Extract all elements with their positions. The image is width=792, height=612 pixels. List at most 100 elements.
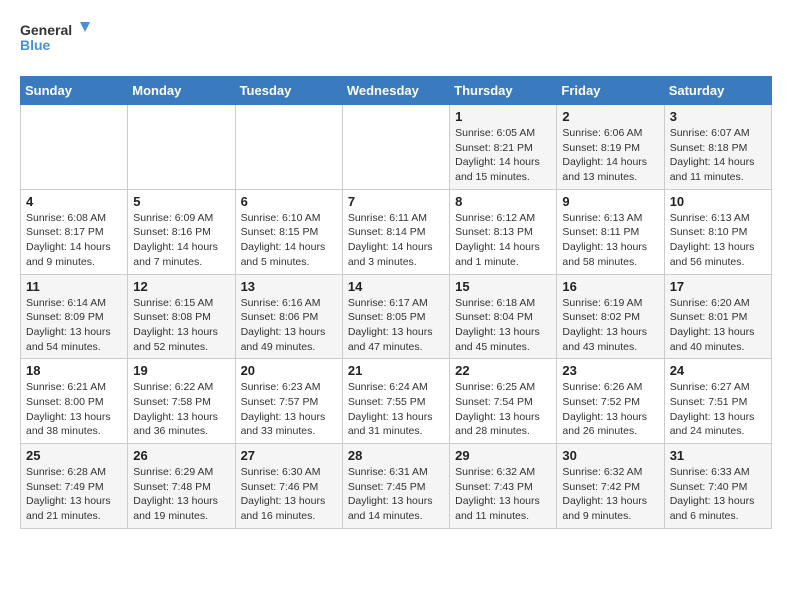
day-cell: 15 Sunrise: 6:18 AM Sunset: 8:04 PM Dayli…: [450, 274, 557, 359]
logo: General Blue: [20, 20, 90, 60]
week-row-2: 4 Sunrise: 6:08 AM Sunset: 8:17 PM Daylig…: [21, 189, 772, 274]
day-number: 4: [26, 194, 122, 209]
day-number: 7: [348, 194, 444, 209]
day-cell: 31 Sunrise: 6:33 AM Sunset: 7:40 PM Dayli…: [664, 444, 771, 529]
day-cell: 14 Sunrise: 6:17 AM Sunset: 8:05 PM Dayli…: [342, 274, 449, 359]
day-info: Sunrise: 6:07 AM Sunset: 8:18 PM Dayligh…: [670, 126, 766, 185]
col-header-monday: Monday: [128, 77, 235, 105]
svg-text:Blue: Blue: [20, 37, 51, 53]
day-info: Sunrise: 6:17 AM Sunset: 8:05 PM Dayligh…: [348, 296, 444, 355]
col-header-friday: Friday: [557, 77, 664, 105]
col-header-wednesday: Wednesday: [342, 77, 449, 105]
day-cell: 22 Sunrise: 6:25 AM Sunset: 7:54 PM Dayli…: [450, 359, 557, 444]
day-info: Sunrise: 6:14 AM Sunset: 8:09 PM Dayligh…: [26, 296, 122, 355]
day-cell: 12 Sunrise: 6:15 AM Sunset: 8:08 PM Dayli…: [128, 274, 235, 359]
day-cell: 3Sunrise: 6:07 AM Sunset: 8:18 PM Daylig…: [664, 105, 771, 190]
day-info: Sunrise: 6:32 AM Sunset: 7:42 PM Dayligh…: [562, 465, 658, 524]
day-cell: 25Sunrise: 6:28 AM Sunset: 7:49 PM Dayli…: [21, 444, 128, 529]
day-number: 21: [348, 363, 444, 378]
day-info: Sunrise: 6:30 AM Sunset: 7:46 PM Dayligh…: [241, 465, 337, 524]
col-header-sunday: Sunday: [21, 77, 128, 105]
day-number: 10: [670, 194, 766, 209]
day-cell: 9 Sunrise: 6:13 AM Sunset: 8:11 PM Daylig…: [557, 189, 664, 274]
header: General Blue: [20, 20, 772, 60]
day-cell: 18 Sunrise: 6:21 AM Sunset: 8:00 PM Dayli…: [21, 359, 128, 444]
col-header-tuesday: Tuesday: [235, 77, 342, 105]
day-number: 15: [455, 279, 551, 294]
day-cell: [235, 105, 342, 190]
day-number: 20: [241, 363, 337, 378]
day-cell: 10Sunrise: 6:13 AM Sunset: 8:10 PM Dayli…: [664, 189, 771, 274]
day-cell: [128, 105, 235, 190]
day-info: Sunrise: 6:05 AM Sunset: 8:21 PM Dayligh…: [455, 126, 551, 185]
day-info: Sunrise: 6:33 AM Sunset: 7:40 PM Dayligh…: [670, 465, 766, 524]
logo-svg: General Blue: [20, 20, 90, 60]
day-info: Sunrise: 6:21 AM Sunset: 8:00 PM Dayligh…: [26, 380, 122, 439]
day-cell: 23 Sunrise: 6:26 AM Sunset: 7:52 PM Dayli…: [557, 359, 664, 444]
day-number: 31: [670, 448, 766, 463]
day-info: Sunrise: 6:10 AM Sunset: 8:15 PM Dayligh…: [241, 211, 337, 270]
day-number: 17: [670, 279, 766, 294]
day-number: 28: [348, 448, 444, 463]
day-number: 22: [455, 363, 551, 378]
day-number: 18: [26, 363, 122, 378]
day-cell: [342, 105, 449, 190]
day-number: 26: [133, 448, 229, 463]
day-number: 14: [348, 279, 444, 294]
day-number: 19: [133, 363, 229, 378]
day-info: Sunrise: 6:19 AM Sunset: 8:02 PM Dayligh…: [562, 296, 658, 355]
day-cell: 29Sunrise: 6:32 AM Sunset: 7:43 PM Dayli…: [450, 444, 557, 529]
day-info: Sunrise: 6:28 AM Sunset: 7:49 PM Dayligh…: [26, 465, 122, 524]
day-cell: 5 Sunrise: 6:09 AM Sunset: 8:16 PM Daylig…: [128, 189, 235, 274]
day-info: Sunrise: 6:20 AM Sunset: 8:01 PM Dayligh…: [670, 296, 766, 355]
day-info: Sunrise: 6:09 AM Sunset: 8:16 PM Dayligh…: [133, 211, 229, 270]
day-number: 5: [133, 194, 229, 209]
day-cell: 30Sunrise: 6:32 AM Sunset: 7:42 PM Dayli…: [557, 444, 664, 529]
day-info: Sunrise: 6:26 AM Sunset: 7:52 PM Dayligh…: [562, 380, 658, 439]
day-info: Sunrise: 6:12 AM Sunset: 8:13 PM Dayligh…: [455, 211, 551, 270]
day-info: Sunrise: 6:22 AM Sunset: 7:58 PM Dayligh…: [133, 380, 229, 439]
day-number: 12: [133, 279, 229, 294]
svg-text:General: General: [20, 22, 72, 38]
day-cell: 4 Sunrise: 6:08 AM Sunset: 8:17 PM Daylig…: [21, 189, 128, 274]
day-cell: 1Sunrise: 6:05 AM Sunset: 8:21 PM Daylig…: [450, 105, 557, 190]
day-cell: 27 Sunrise: 6:30 AM Sunset: 7:46 PM Dayli…: [235, 444, 342, 529]
day-cell: 8 Sunrise: 6:12 AM Sunset: 8:13 PM Daylig…: [450, 189, 557, 274]
header-row: SundayMondayTuesdayWednesdayThursdayFrid…: [21, 77, 772, 105]
day-cell: 28Sunrise: 6:31 AM Sunset: 7:45 PM Dayli…: [342, 444, 449, 529]
day-number: 23: [562, 363, 658, 378]
day-cell: 7 Sunrise: 6:11 AM Sunset: 8:14 PM Daylig…: [342, 189, 449, 274]
day-cell: 19 Sunrise: 6:22 AM Sunset: 7:58 PM Dayli…: [128, 359, 235, 444]
col-header-thursday: Thursday: [450, 77, 557, 105]
col-header-saturday: Saturday: [664, 77, 771, 105]
day-cell: 24 Sunrise: 6:27 AM Sunset: 7:51 PM Dayli…: [664, 359, 771, 444]
week-row-3: 11Sunrise: 6:14 AM Sunset: 8:09 PM Dayli…: [21, 274, 772, 359]
day-cell: 16 Sunrise: 6:19 AM Sunset: 8:02 PM Dayli…: [557, 274, 664, 359]
day-number: 27: [241, 448, 337, 463]
day-info: Sunrise: 6:29 AM Sunset: 7:48 PM Dayligh…: [133, 465, 229, 524]
day-number: 6: [241, 194, 337, 209]
day-info: Sunrise: 6:24 AM Sunset: 7:55 PM Dayligh…: [348, 380, 444, 439]
day-info: Sunrise: 6:18 AM Sunset: 8:04 PM Dayligh…: [455, 296, 551, 355]
day-info: Sunrise: 6:15 AM Sunset: 8:08 PM Dayligh…: [133, 296, 229, 355]
day-info: Sunrise: 6:11 AM Sunset: 8:14 PM Dayligh…: [348, 211, 444, 270]
day-cell: 2Sunrise: 6:06 AM Sunset: 8:19 PM Daylig…: [557, 105, 664, 190]
day-number: 9: [562, 194, 658, 209]
day-cell: 21 Sunrise: 6:24 AM Sunset: 7:55 PM Dayli…: [342, 359, 449, 444]
day-info: Sunrise: 6:23 AM Sunset: 7:57 PM Dayligh…: [241, 380, 337, 439]
day-info: Sunrise: 6:13 AM Sunset: 8:11 PM Dayligh…: [562, 211, 658, 270]
day-info: Sunrise: 6:08 AM Sunset: 8:17 PM Dayligh…: [26, 211, 122, 270]
day-number: 2: [562, 109, 658, 124]
day-number: 24: [670, 363, 766, 378]
day-info: Sunrise: 6:16 AM Sunset: 8:06 PM Dayligh…: [241, 296, 337, 355]
day-number: 29: [455, 448, 551, 463]
week-row-5: 25Sunrise: 6:28 AM Sunset: 7:49 PM Dayli…: [21, 444, 772, 529]
day-cell: 11Sunrise: 6:14 AM Sunset: 8:09 PM Dayli…: [21, 274, 128, 359]
day-cell: 20 Sunrise: 6:23 AM Sunset: 7:57 PM Dayli…: [235, 359, 342, 444]
day-info: Sunrise: 6:27 AM Sunset: 7:51 PM Dayligh…: [670, 380, 766, 439]
day-number: 8: [455, 194, 551, 209]
day-info: Sunrise: 6:25 AM Sunset: 7:54 PM Dayligh…: [455, 380, 551, 439]
day-cell: 17 Sunrise: 6:20 AM Sunset: 8:01 PM Dayli…: [664, 274, 771, 359]
day-number: 16: [562, 279, 658, 294]
day-cell: 6 Sunrise: 6:10 AM Sunset: 8:15 PM Daylig…: [235, 189, 342, 274]
